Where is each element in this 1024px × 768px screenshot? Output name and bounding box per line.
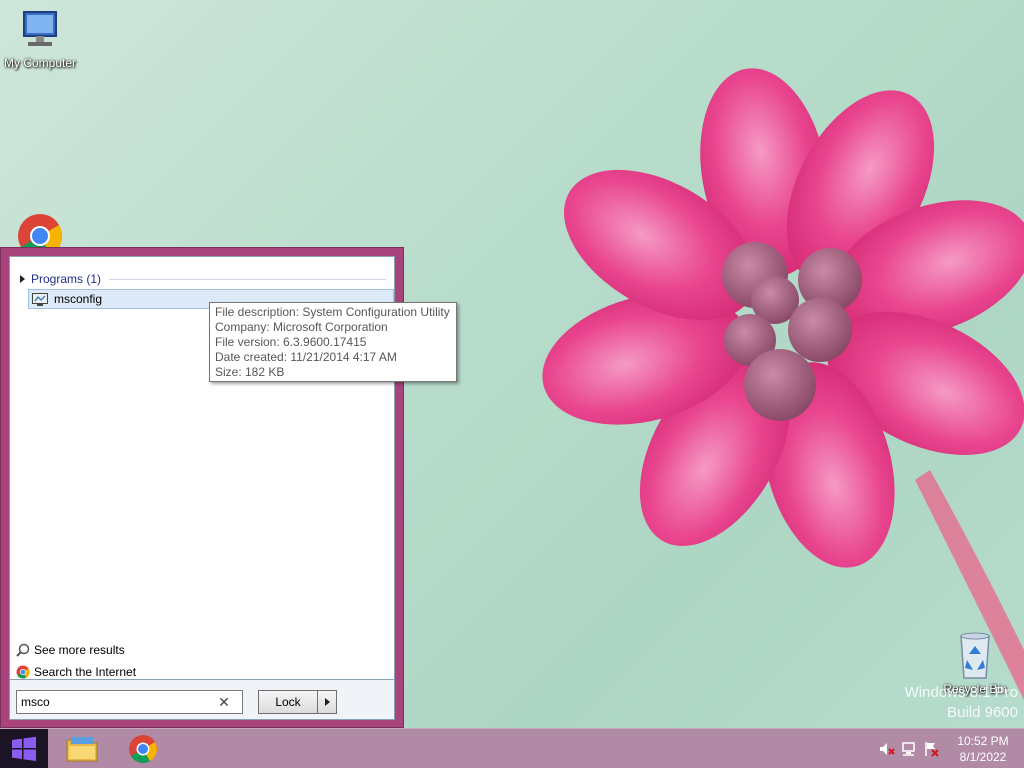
tooltip-company: Company: Microsoft Corporation [215,320,388,334]
chrome-icon [129,735,157,763]
folder-icon [66,737,98,762]
volume-muted-icon [880,743,895,755]
expand-triangle-icon [20,275,25,283]
lock-button[interactable]: Lock [258,690,318,714]
start-search-input[interactable] [21,695,216,709]
windows-logo-icon [12,736,36,761]
taskbar-file-explorer[interactable] [60,731,104,767]
file-info-tooltip: File description: System Configuration U… [209,302,457,382]
tray-volume[interactable] [876,739,898,759]
search-the-internet-link[interactable]: Search the Internet [16,665,136,679]
watermark-edition: Windows 8.1 Pro [904,684,1018,701]
tray-action-center[interactable] [920,739,942,759]
msconfig-icon [32,292,48,306]
flag-error-icon [925,742,939,757]
see-more-results-link[interactable]: See more results [16,643,125,657]
system-tray: 10:52 PM 8/1/2022 [876,729,1024,768]
arrow-right-icon [324,698,330,706]
programs-group-header[interactable]: Programs (1) [20,271,386,287]
magnifier-icon [16,643,30,657]
clock-time: 10:52 PM [957,734,1009,748]
result-item-label: msconfig [54,292,103,306]
tooltip-date: Date created: 11/21/2014 4:17 AM [215,350,397,364]
taskbar-chrome[interactable] [121,731,165,767]
watermark-build: Build 9600 [947,704,1018,721]
desktop-icon-label: My Computer [3,56,77,70]
taskbar: 10:52 PM 8/1/2022 [0,728,1024,768]
programs-group-label: Programs (1) [31,272,102,286]
windows-watermark: Windows 8.1 Pro Build 9600 [888,684,1018,721]
group-divider [109,278,386,280]
search-the-internet-label: Search the Internet [34,665,137,679]
tooltip-version: File version: 6.3.9600.17415 [215,335,367,349]
clock-date: 8/1/2022 [959,750,1007,764]
tooltip-size: Size: 182 KB [215,365,285,379]
recycle-bin-icon [960,632,990,679]
taskbar-clock[interactable]: 10:52 PM 8/1/2022 [942,733,1024,765]
my-computer-icon [23,11,57,46]
desktop-icon-my-computer[interactable]: My Computer [0,8,80,70]
lock-button-label: Lock [275,695,301,709]
see-more-results-label: See more results [34,643,125,657]
power-options-button[interactable] [317,690,337,714]
clear-search-icon[interactable]: ✕ [216,694,232,711]
network-icon [902,742,915,756]
tooltip-description: File description: System Configuration U… [215,305,450,319]
start-menu-footer: ✕ Lock [9,680,395,720]
tray-network[interactable] [898,739,920,759]
chrome-icon [16,665,30,679]
start-search-box[interactable]: ✕ [16,690,243,714]
start-button[interactable] [0,729,48,768]
